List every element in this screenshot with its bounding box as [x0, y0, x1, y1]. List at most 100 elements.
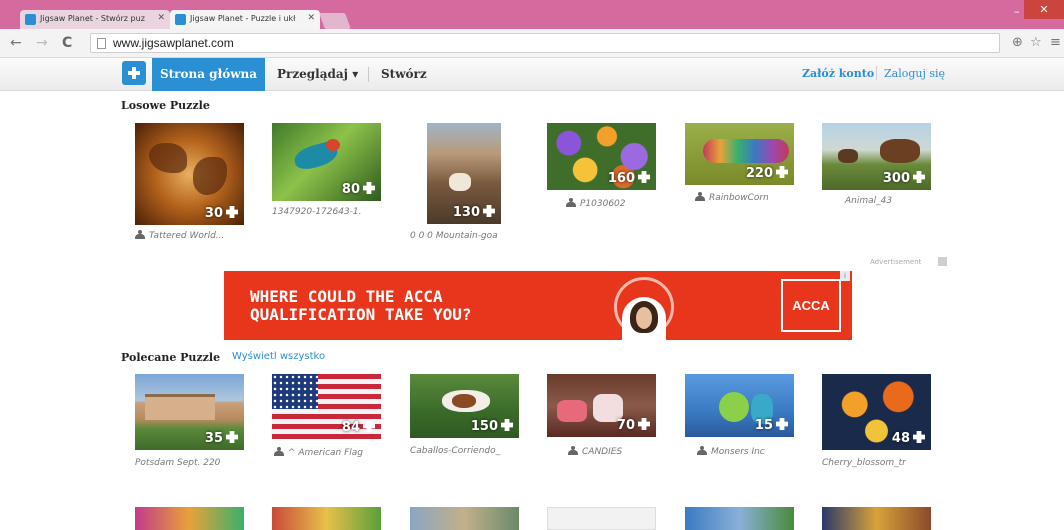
site-header: Strona główna Przeglądaj ▾ Stwórz Załóż …: [0, 58, 1064, 91]
puzzle-thumbnail[interactable]: [135, 507, 244, 530]
nav-home[interactable]: Strona główna: [152, 58, 265, 91]
puzzle-thumbnail[interactable]: 80: [272, 123, 381, 201]
puzzle-thumbnail[interactable]: 30: [135, 123, 244, 225]
puzzle-caption[interactable]: ^ American Flag: [274, 447, 363, 458]
ad-person-image: [622, 297, 666, 340]
browser-tab-active[interactable]: Jigsaw Planet - Puzzle i ukł ✕: [170, 10, 320, 29]
piece-count: 150: [471, 419, 513, 434]
tab-title: Jigsaw Planet - Stwórz puz: [40, 14, 145, 23]
reload-icon[interactable]: C: [62, 35, 72, 51]
ad-logo: ACCA: [781, 279, 841, 332]
nav-browse-dropdown[interactable]: Przeglądaj ▾: [277, 58, 358, 91]
section-title-featured: Polecane Puzzle: [121, 351, 221, 364]
close-tab-icon[interactable]: ✕: [307, 13, 315, 23]
ad-headline: WHERE COULD THE ACCA QUALIFICATION TAKE …: [250, 288, 610, 324]
browser-titlebar: Jigsaw Planet - Stwórz puz ✕ Jigsaw Plan…: [0, 0, 1064, 29]
ad-banner[interactable]: WHERE COULD THE ACCA QUALIFICATION TAKE …: [224, 271, 852, 340]
puzzle-thumbnail[interactable]: 160: [547, 123, 656, 190]
puzzle-thumbnail[interactable]: [822, 507, 931, 530]
minimize-icon[interactable]: –: [1014, 5, 1020, 18]
puzzle-thumbnail[interactable]: [547, 507, 656, 530]
puzzle-thumbnail[interactable]: [685, 507, 794, 530]
address-bar[interactable]: www.jigsawplanet.com: [90, 33, 1000, 53]
user-icon: [135, 230, 145, 239]
new-tab-button[interactable]: [319, 13, 351, 29]
puzzle-caption[interactable]: 0 0 0 Mountain-goa: [410, 231, 498, 241]
piece-count: 160: [608, 171, 650, 186]
puzzle-piece-icon: [638, 171, 650, 183]
piece-count: 35: [205, 431, 238, 446]
puzzle-thumbnail[interactable]: 220: [685, 123, 794, 185]
back-icon[interactable]: ←: [10, 35, 22, 51]
piece-count: 70: [617, 418, 650, 433]
menu-icon[interactable]: ≡: [1050, 35, 1061, 50]
jigsawplanet-favicon-icon: [25, 14, 36, 25]
nav-create[interactable]: Stwórz: [381, 58, 427, 91]
puzzle-caption[interactable]: CANDIES: [568, 446, 622, 457]
adchoices-icon[interactable]: i: [840, 271, 850, 281]
url-text: www.jigsawplanet.com: [113, 36, 234, 50]
ad-headline-line: WHERE COULD THE ACCA: [250, 287, 443, 306]
login-link[interactable]: Zaloguj się: [884, 67, 945, 80]
section-title-random: Losowe Puzzle: [121, 99, 210, 112]
user-icon: [697, 446, 707, 455]
puzzle-caption[interactable]: RainbowCorn: [695, 192, 769, 203]
puzzle-caption[interactable]: Tattered World...: [135, 230, 224, 241]
puzzle-thumbnail[interactable]: 84: [272, 374, 381, 439]
ad-label: Advertisement: [870, 258, 922, 266]
puzzle-piece-icon: [913, 171, 925, 183]
puzzle-piece-icon: [913, 431, 925, 443]
bookmark-star-icon[interactable]: ☆: [1030, 35, 1042, 50]
register-link[interactable]: Załóż konto: [802, 67, 874, 80]
puzzle-piece-icon: [363, 182, 375, 194]
puzzle-thumbnail[interactable]: 300: [822, 123, 931, 190]
puzzle-caption[interactable]: Caballos-Corriendo_: [410, 446, 500, 456]
puzzle-piece-icon: [776, 166, 788, 178]
puzzle-caption[interactable]: Animal_43: [845, 196, 892, 206]
piece-count: 130: [453, 205, 495, 220]
puzzle-caption[interactable]: P1030602: [566, 198, 626, 209]
close-tab-icon[interactable]: ✕: [157, 13, 165, 23]
puzzle-thumbnail[interactable]: 15: [685, 374, 794, 437]
puzzle-piece-icon: [363, 420, 375, 432]
ad-close-icon[interactable]: [938, 257, 947, 266]
browser-tab[interactable]: Jigsaw Planet - Stwórz puz ✕: [20, 10, 170, 29]
page-icon: [97, 38, 106, 49]
puzzle-thumbnail[interactable]: 48: [822, 374, 931, 450]
nav-divider: [368, 67, 369, 82]
user-icon: [568, 446, 578, 455]
jigsawplanet-favicon-icon: [175, 14, 186, 25]
puzzle-caption[interactable]: Monsers Inc: [697, 446, 765, 457]
puzzle-piece-icon: [483, 205, 495, 217]
piece-count: 48: [892, 431, 925, 446]
puzzle-caption[interactable]: Potsdam Sept. 220: [135, 458, 220, 468]
piece-count: 84: [342, 420, 375, 435]
puzzle-caption[interactable]: 1347920-172643-1.: [272, 207, 362, 217]
window-close-button[interactable]: ✕: [1024, 0, 1064, 19]
piece-count: 30: [205, 206, 238, 221]
puzzle-thumbnail[interactable]: [410, 507, 519, 530]
view-all-link[interactable]: Wyświetl wszystko: [232, 351, 325, 362]
forward-icon[interactable]: →: [36, 35, 48, 51]
zoom-icon[interactable]: ⊕: [1012, 35, 1023, 50]
puzzle-thumbnail[interactable]: 70: [547, 374, 656, 437]
piece-count: 15: [755, 418, 788, 433]
user-icon: [695, 192, 705, 201]
user-icon: [274, 447, 284, 456]
piece-count: 220: [746, 166, 788, 181]
puzzle-piece-icon: [501, 419, 513, 431]
puzzle-caption[interactable]: Cherry_blossom_tr: [822, 458, 906, 468]
piece-count: 80: [342, 182, 375, 197]
tab-title: Jigsaw Planet - Puzzle i ukł: [190, 14, 296, 23]
puzzle-piece-icon: [226, 206, 238, 218]
puzzle-piece-icon: [226, 431, 238, 443]
ad-headline-line: QUALIFICATION TAKE YOU?: [250, 305, 472, 324]
puzzle-thumbnail[interactable]: [272, 507, 381, 530]
puzzle-piece-icon: [776, 418, 788, 430]
puzzle-thumbnail[interactable]: 130: [427, 123, 501, 224]
puzzle-thumbnail[interactable]: 150: [410, 374, 519, 438]
browser-toolbar: ← → C www.jigsawplanet.com ⊕ ☆ ≡: [0, 29, 1064, 58]
puzzle-thumbnail[interactable]: 35: [135, 374, 244, 450]
jigsawplanet-logo-icon[interactable]: [122, 61, 146, 85]
user-icon: [566, 198, 576, 207]
